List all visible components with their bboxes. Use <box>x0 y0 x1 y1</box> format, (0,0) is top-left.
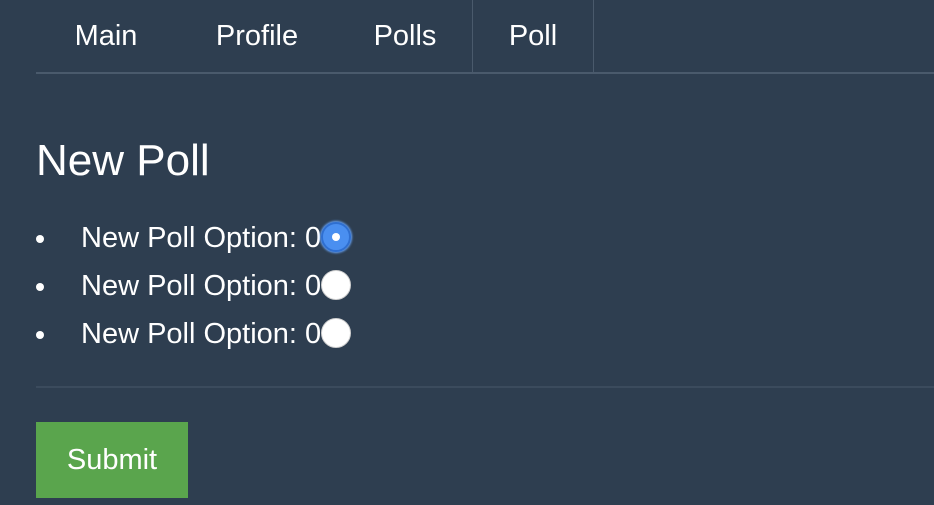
bullet-icon <box>36 331 44 339</box>
submit-button[interactable]: Submit <box>36 422 188 498</box>
poll-option-radio[interactable] <box>321 318 352 349</box>
nav-item-poll[interactable]: Poll <box>472 0 594 72</box>
poll-option-label: New Poll Option: 0 <box>81 222 322 254</box>
bullet-icon <box>36 283 44 291</box>
poll-option-radio[interactable] <box>321 222 352 253</box>
poll-options-list: New Poll Option: 0 New Poll Option: 0 Ne… <box>36 214 352 358</box>
poll-option-radio[interactable] <box>321 270 352 301</box>
poll-option: New Poll Option: 0 <box>36 262 352 310</box>
main-nav: Main Profile Polls Poll <box>36 0 934 74</box>
poll-option-label: New Poll Option: 0 <box>81 270 322 302</box>
nav-item-polls[interactable]: Polls <box>338 0 472 72</box>
divider <box>36 386 934 388</box>
poll-option: New Poll Option: 0 <box>36 310 352 358</box>
poll-option-label: New Poll Option: 0 <box>81 318 322 350</box>
poll-option: New Poll Option: 0 <box>36 214 352 262</box>
nav-item-profile[interactable]: Profile <box>176 0 338 72</box>
bullet-icon <box>36 235 44 243</box>
nav-item-main[interactable]: Main <box>36 0 176 72</box>
page-title: New Poll <box>36 136 210 185</box>
